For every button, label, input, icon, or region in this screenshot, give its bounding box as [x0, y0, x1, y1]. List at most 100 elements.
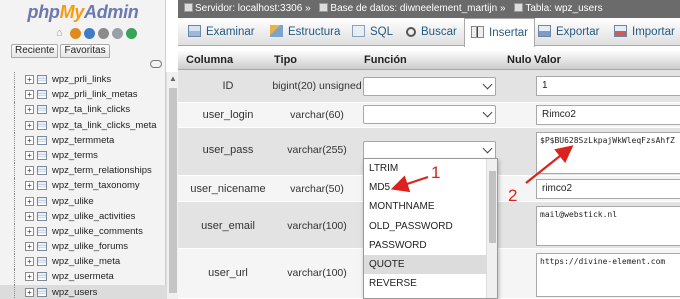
tree-table-label[interactable]: wpz_prli_links — [52, 72, 111, 87]
tree-table-item[interactable]: + wpz_term_taxonomy — [0, 178, 166, 194]
breadcrumb-table[interactable]: Tabla: wpz_users — [525, 3, 602, 14]
table-icon[interactable] — [37, 211, 47, 221]
tab-sql[interactable]: SQL — [352, 18, 393, 46]
tree-table-label[interactable]: wpz_ulike_activities — [52, 209, 135, 224]
tree-table-item[interactable]: + wpz_termmeta — [0, 132, 166, 148]
table-icon[interactable] — [37, 135, 47, 145]
expand-plus-icon[interactable]: + — [25, 211, 34, 221]
expand-plus-icon[interactable]: + — [25, 272, 34, 282]
gear-icon[interactable] — [112, 28, 123, 39]
tree-table-item[interactable]: + wpz_terms — [0, 147, 166, 164]
value-input[interactable]: rimco2 — [536, 179, 680, 199]
function-option[interactable]: QUOTE — [364, 254, 497, 275]
expand-plus-icon[interactable]: + — [25, 75, 34, 84]
tree-table-label[interactable]: wpz_users — [52, 285, 97, 299]
value-input[interactable]: Rimco2 — [536, 105, 680, 125]
function-option[interactable]: MONTHNAME — [364, 197, 497, 216]
table-icon[interactable] — [37, 150, 47, 160]
tab-import[interactable]: Importar — [614, 18, 675, 46]
function-select[interactable] — [363, 77, 496, 96]
tree-table-item[interactable]: + wpz_ta_link_clicks — [0, 102, 166, 118]
value-textarea[interactable]: $P$BU628SzLkpajWkWleqFzsAhfZ — [536, 132, 680, 174]
logout-icon[interactable] — [70, 28, 81, 39]
expand-plus-icon[interactable]: + — [25, 242, 34, 252]
table-icon[interactable] — [37, 166, 47, 176]
table-icon[interactable] — [37, 105, 47, 115]
table-icon[interactable] — [37, 287, 47, 297]
table-icon[interactable] — [37, 181, 47, 191]
link-with-main-panel-icon[interactable] — [150, 60, 162, 68]
tab-structure[interactable]: Estructura — [270, 18, 340, 46]
tab-recent[interactable]: Reciente — [11, 44, 59, 58]
tree-table-label[interactable]: wpz_ulike — [52, 194, 94, 209]
tree-table-item[interactable]: + wpz_ulike_meta — [0, 254, 166, 270]
breadcrumb-server[interactable]: Servidor: localhost:3306 — [195, 3, 302, 14]
reload-icon[interactable] — [126, 28, 137, 39]
tree-table-label[interactable]: wpz_ulike_comments — [52, 224, 143, 239]
tree-table-item[interactable]: + wpz_ulike — [0, 193, 166, 209]
breadcrumb-database[interactable]: Base de datos: diwneelement_martijn — [330, 3, 497, 14]
table-icon[interactable] — [37, 196, 47, 206]
tree-table-item[interactable]: + wpz_users — [0, 284, 166, 299]
tree-table-label[interactable]: wpz_term_taxonomy — [52, 178, 140, 193]
expand-plus-icon[interactable]: + — [25, 105, 34, 115]
tree-table-label[interactable]: wpz_term_relationships — [52, 163, 152, 178]
column-type: varchar(100) — [287, 220, 347, 232]
expand-plus-icon[interactable]: + — [25, 150, 34, 160]
table-icon[interactable] — [37, 272, 47, 282]
phpmyadmin-logo[interactable]: phpMyAdmin — [0, 2, 166, 24]
tree-table-item[interactable]: + wpz_ulike_comments — [0, 223, 166, 240]
dropdown-scroll-thumb[interactable] — [489, 171, 496, 243]
function-select[interactable] — [363, 105, 496, 124]
expand-plus-icon[interactable]: + — [25, 196, 34, 206]
function-option[interactable]: REVERSE — [364, 274, 497, 293]
tree-table-item[interactable]: + wpz_ulike_activities — [0, 208, 166, 224]
expand-plus-icon[interactable]: + — [25, 226, 34, 236]
expand-plus-icon[interactable]: + — [25, 166, 34, 176]
tree-table-item[interactable]: + wpz_ulike_forums — [0, 239, 166, 255]
table-icon[interactable] — [37, 120, 47, 130]
tree-table-label[interactable]: wpz_terms — [52, 148, 98, 163]
tree-table-label[interactable]: wpz_ta_link_clicks_meta — [52, 118, 157, 133]
table-icon[interactable] — [37, 242, 47, 252]
scroll-up-arrow-icon[interactable]: ▲ — [169, 74, 177, 83]
tree-table-item[interactable]: + wpz_ta_link_clicks_meta — [0, 117, 166, 133]
tab-favorites[interactable]: Favoritas — [60, 44, 110, 58]
help-icon[interactable] — [84, 28, 95, 39]
expand-plus-icon[interactable]: + — [25, 181, 34, 191]
function-option[interactable]: PASSWORD — [364, 236, 497, 255]
tree-table-label[interactable]: wpz_ulike_meta — [52, 254, 120, 269]
function-option[interactable]: RTRIM — [364, 293, 497, 298]
tree-table-item[interactable]: + wpz_prli_link_metas — [0, 87, 166, 103]
tree-table-label[interactable]: wpz_ta_link_clicks — [52, 102, 130, 117]
table-icon[interactable] — [37, 257, 47, 267]
function-option[interactable]: OLD_PASSWORD — [364, 217, 497, 236]
expand-plus-icon[interactable]: + — [25, 287, 34, 297]
expand-plus-icon[interactable]: + — [25, 120, 34, 130]
tree-table-item[interactable]: + wpz_usermeta — [0, 269, 166, 285]
table-icon[interactable] — [37, 90, 47, 100]
tree-table-label[interactable]: wpz_ulike_forums — [52, 239, 128, 254]
tab-export[interactable]: Exportar — [538, 18, 599, 46]
expand-plus-icon[interactable]: + — [25, 257, 34, 267]
value-textarea[interactable]: https://divine-element.com — [536, 253, 680, 297]
tab-insert[interactable]: Insertar — [464, 18, 535, 47]
tree-table-item[interactable]: + wpz_term_relationships — [0, 163, 166, 179]
navigation-scrollbar[interactable]: ▲ — [166, 72, 178, 299]
value-input[interactable]: 1 — [536, 76, 680, 96]
expand-plus-icon[interactable]: + — [25, 135, 34, 145]
tree-table-item[interactable]: + wpz_prli_links — [0, 72, 166, 88]
dropdown-scrollbar[interactable] — [486, 159, 497, 298]
table-icon[interactable] — [37, 226, 47, 236]
docs-icon[interactable] — [98, 28, 109, 39]
expand-plus-icon[interactable]: + — [25, 90, 34, 100]
tab-search[interactable]: Buscar — [406, 18, 457, 46]
home-icon[interactable]: ⌂ — [56, 28, 67, 39]
tree-table-label[interactable]: wpz_usermeta — [52, 269, 114, 284]
tree-table-label[interactable]: wpz_termmeta — [52, 133, 114, 148]
table-icon[interactable] — [37, 75, 47, 84]
tab-browse[interactable]: Examinar — [188, 18, 255, 46]
tree-table-label[interactable]: wpz_prli_link_metas — [52, 87, 138, 102]
navigation-scroll-thumb[interactable] — [169, 88, 177, 293]
value-textarea[interactable]: mail@webstick.nl — [536, 206, 680, 246]
